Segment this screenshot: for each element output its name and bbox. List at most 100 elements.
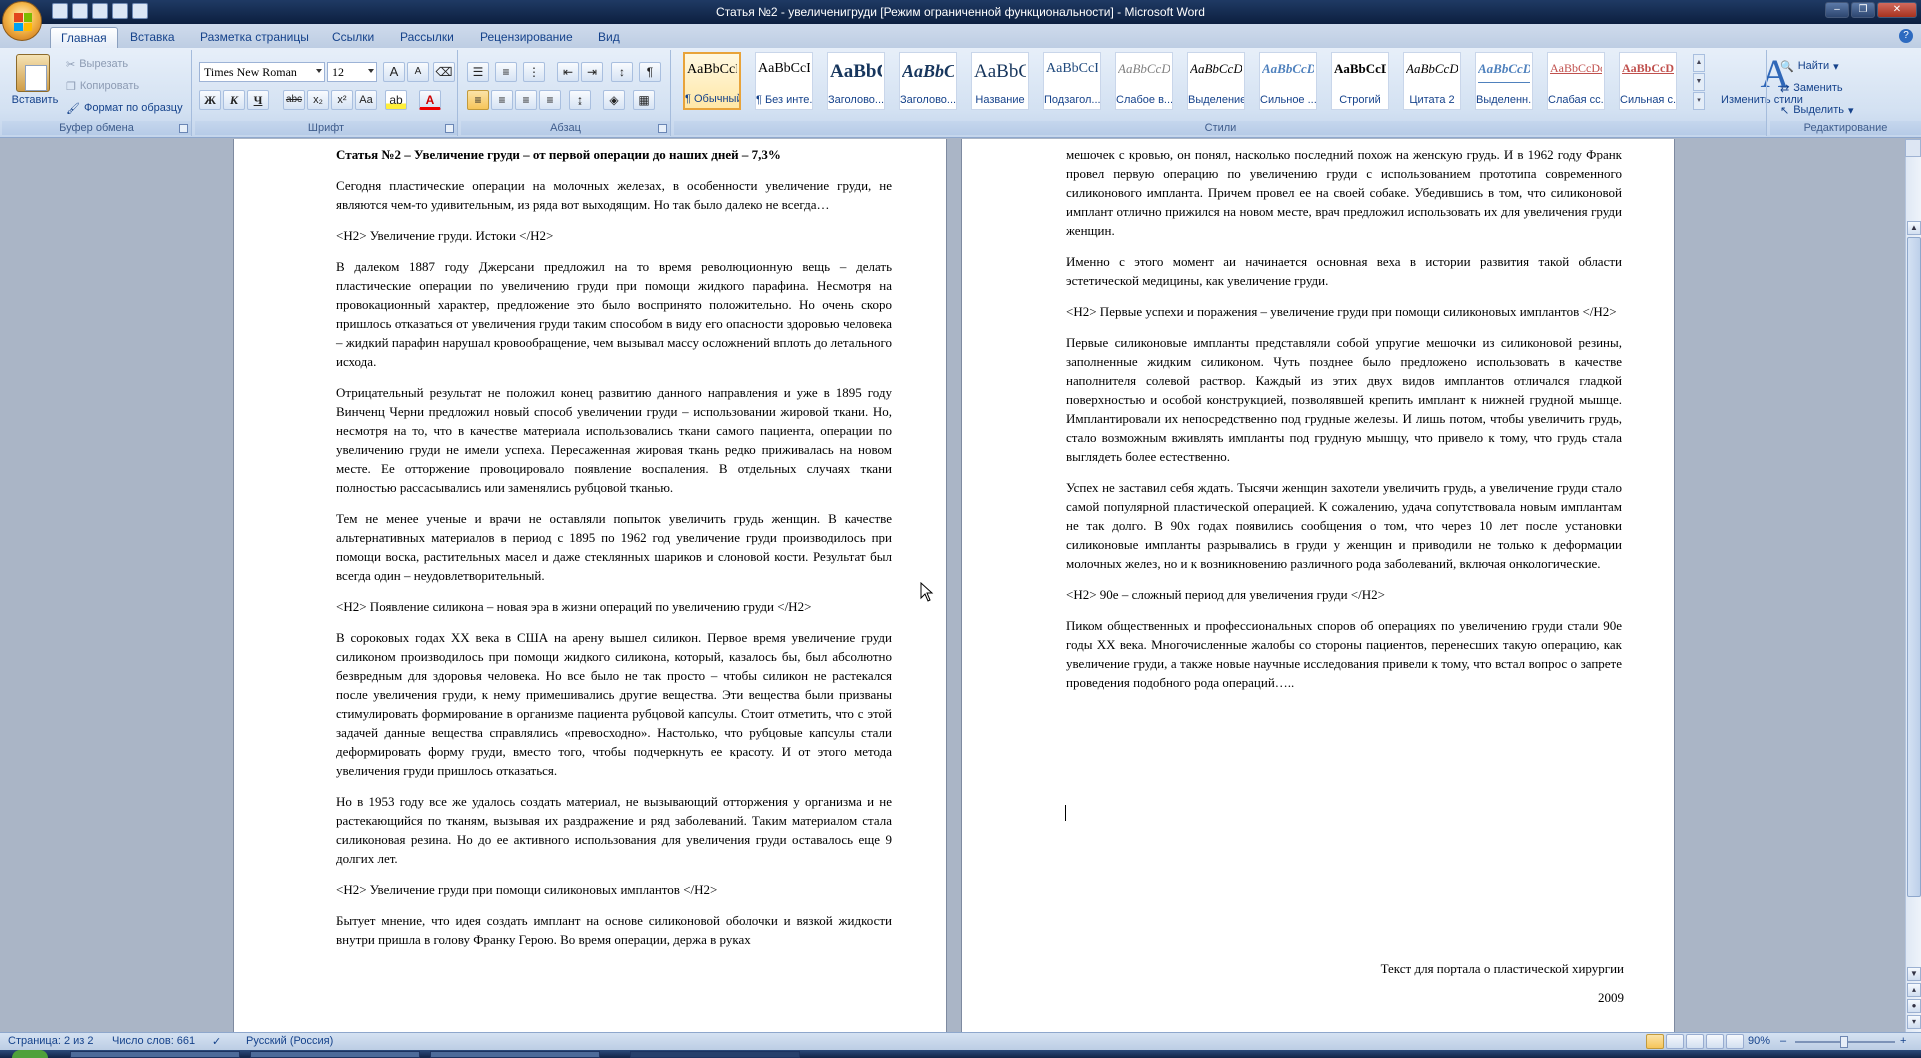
numbering-icon[interactable]: ≡ [495,62,517,82]
paragraph[interactable]: Именно с этого момент аи начинается осно… [1066,252,1622,290]
taskbar-item[interactable] [250,1051,420,1058]
tab-mailings[interactable]: Рассылки [390,27,464,48]
document-title[interactable]: Статья №2 – Увеличение груди – от первой… [336,145,892,164]
start-button[interactable] [12,1050,48,1058]
chevron-down-icon[interactable]: ▼ [1693,73,1705,91]
shrink-font-button[interactable]: A [407,62,429,82]
zoom-in-button[interactable]: + [1900,1035,1906,1047]
taskbar-item[interactable] [70,1051,240,1058]
paragraph[interactable]: Бытует мнение, что идея создать имплант … [336,911,892,949]
web-layout-view-icon[interactable] [1686,1034,1704,1049]
paragraph[interactable]: Но в 1953 году все же удалось создать ма… [336,792,892,868]
document-area[interactable]: Статья №2 – Увеличение груди – от первой… [0,139,1905,1032]
style-tile[interactable]: AaBbCcI Подзагол... [1043,52,1101,110]
line-spacing-icon[interactable]: ↨ [569,90,591,110]
italic-button[interactable]: К [223,90,245,110]
minimize-button[interactable]: – [1825,2,1849,18]
language-indicator[interactable]: Русский (Россия) [246,1035,333,1047]
print-layout-view-icon[interactable] [1646,1034,1664,1049]
paragraph[interactable]: <H2> Увеличение груди при помощи силикон… [336,880,892,899]
font-launcher-icon[interactable] [445,124,454,133]
paragraph[interactable]: Успех не заставил себя ждать. Тысячи жен… [1066,478,1622,573]
align-center-icon[interactable]: ≡ [491,90,513,110]
scroll-down-icon[interactable]: ▼ [1907,967,1921,981]
paragraph[interactable]: <H2> Появление силикона – новая эра в жи… [336,597,892,616]
copy-button[interactable]: ❐ Копировать [66,76,139,96]
underline-button[interactable]: Ч [247,90,269,110]
outline-view-icon[interactable] [1706,1034,1724,1049]
sort-icon[interactable]: ↕ [611,62,633,82]
font-color-button[interactable]: A [419,90,441,110]
paragraph[interactable]: В сороковых годах XX века в США на арену… [336,628,892,780]
grow-font-button[interactable]: A [383,62,405,82]
paragraph[interactable]: <H2> Первые успехи и поражения – увеличе… [1066,302,1622,321]
borders-icon[interactable]: ▦ [633,90,655,110]
right-page-text[interactable]: мешочек с кровью, он понял, насколько по… [1066,145,1622,704]
zoom-slider-thumb[interactable] [1840,1036,1848,1048]
clipboard-launcher-icon[interactable] [179,124,188,133]
style-tile[interactable]: AaBbCcDc Цитата 2 [1403,52,1461,110]
style-tile[interactable]: AaBbCcDc Сильное ... [1259,52,1317,110]
browse-object-icon[interactable]: ● [1907,999,1921,1013]
ruler-toggle-icon[interactable] [1905,139,1921,157]
style-tile[interactable]: AaBbC Название [971,52,1029,110]
align-left-icon[interactable]: ≡ [467,90,489,110]
bold-button[interactable]: Ж [199,90,221,110]
spelling-check-icon[interactable]: ✓ [212,1035,221,1048]
font-size-combo[interactable]: 12 [327,62,377,82]
tab-page-layout[interactable]: Разметка страницы [190,27,319,48]
style-tile[interactable]: AaBbCcDc Выделение [1187,52,1245,110]
close-button[interactable]: ✕ [1877,2,1917,18]
superscript-button[interactable]: x² [331,90,353,110]
format-painter-button[interactable]: 🖌 Формат по образцу [66,98,183,118]
styles-gallery-scroll[interactable]: ▲ ▼ ▾ [1693,54,1705,110]
paragraph[interactable]: Пиком общественных и профессиональных сп… [1066,616,1622,692]
multilevel-list-icon[interactable]: ⋮ [523,62,545,82]
page-right[interactable]: мешочек с кровью, он понял, насколько по… [962,139,1674,1032]
paragraph[interactable]: Тем не менее ученые и врачи не оставляли… [336,509,892,585]
draft-view-icon[interactable] [1726,1034,1744,1049]
paragraph-launcher-icon[interactable] [658,124,667,133]
select-button[interactable]: ↖ Выделить ▾ [1780,100,1854,120]
office-button[interactable] [2,1,42,41]
full-screen-view-icon[interactable] [1666,1034,1684,1049]
tab-review[interactable]: Рецензирование [470,27,583,48]
vertical-scrollbar[interactable]: ▲ ▼ ▴ ● ▾ [1905,157,1921,1032]
next-page-icon[interactable]: ▾ [1907,1015,1921,1029]
subscript-button[interactable]: x₂ [307,90,329,110]
paste-button-label[interactable]: Вставить [6,94,64,106]
paragraph[interactable]: Сегодня пластические операции на молочны… [336,176,892,214]
replace-button[interactable]: ⇄ Заменить [1780,78,1843,98]
zoom-out-button[interactable]: – [1780,1035,1786,1047]
style-tile[interactable]: AaBbC Заголово... [827,52,885,110]
page-left[interactable]: Статья №2 – Увеличение груди – от первой… [234,139,946,1032]
paragraph[interactable]: <H2> 90е – сложный период для увеличения… [1066,585,1622,604]
change-case-button[interactable]: Aa [355,90,377,110]
scroll-up-icon[interactable]: ▲ [1907,221,1921,235]
taskbar-item[interactable] [430,1051,600,1058]
tab-home[interactable]: Главная [50,27,118,48]
zoom-level[interactable]: 90% [1748,1035,1770,1047]
chevron-up-icon[interactable]: ▲ [1693,54,1705,72]
clear-format-icon[interactable]: ⌫ [433,62,455,82]
paste-icon[interactable] [16,54,50,92]
style-tile[interactable]: AaBbCcDc ¶ Без инте... [755,52,813,110]
bullets-icon[interactable]: ☰ [467,62,489,82]
page-count[interactable]: Страница: 2 из 2 [8,1035,94,1047]
tab-references[interactable]: Ссылки [322,27,384,48]
style-tile[interactable]: AaBbCcDc Строгий [1331,52,1389,110]
style-tile[interactable]: AaBbCcDc Слабое в... [1115,52,1173,110]
left-page-text[interactable]: Статья №2 – Увеличение груди – от первой… [336,145,892,961]
strikethrough-button[interactable]: abc [283,90,305,110]
more-icon[interactable]: ▾ [1693,92,1705,110]
style-tile[interactable]: AaBbCcDc ¶ Обычный [683,52,741,110]
style-tile[interactable]: AaBbCcDc Выделенн... [1475,52,1533,110]
previous-page-icon[interactable]: ▴ [1907,983,1921,997]
scrollbar-thumb[interactable] [1907,237,1921,897]
word-count[interactable]: Число слов: 661 [112,1035,195,1047]
paragraph[interactable]: Отрицательный результат не положил конец… [336,383,892,497]
align-right-icon[interactable]: ≡ [515,90,537,110]
increase-indent-icon[interactable]: ⇥ [581,62,603,82]
cut-button[interactable]: ✂ Вырезать [66,54,128,74]
style-tile[interactable]: AaBbCcDc Сильная с... [1619,52,1677,110]
